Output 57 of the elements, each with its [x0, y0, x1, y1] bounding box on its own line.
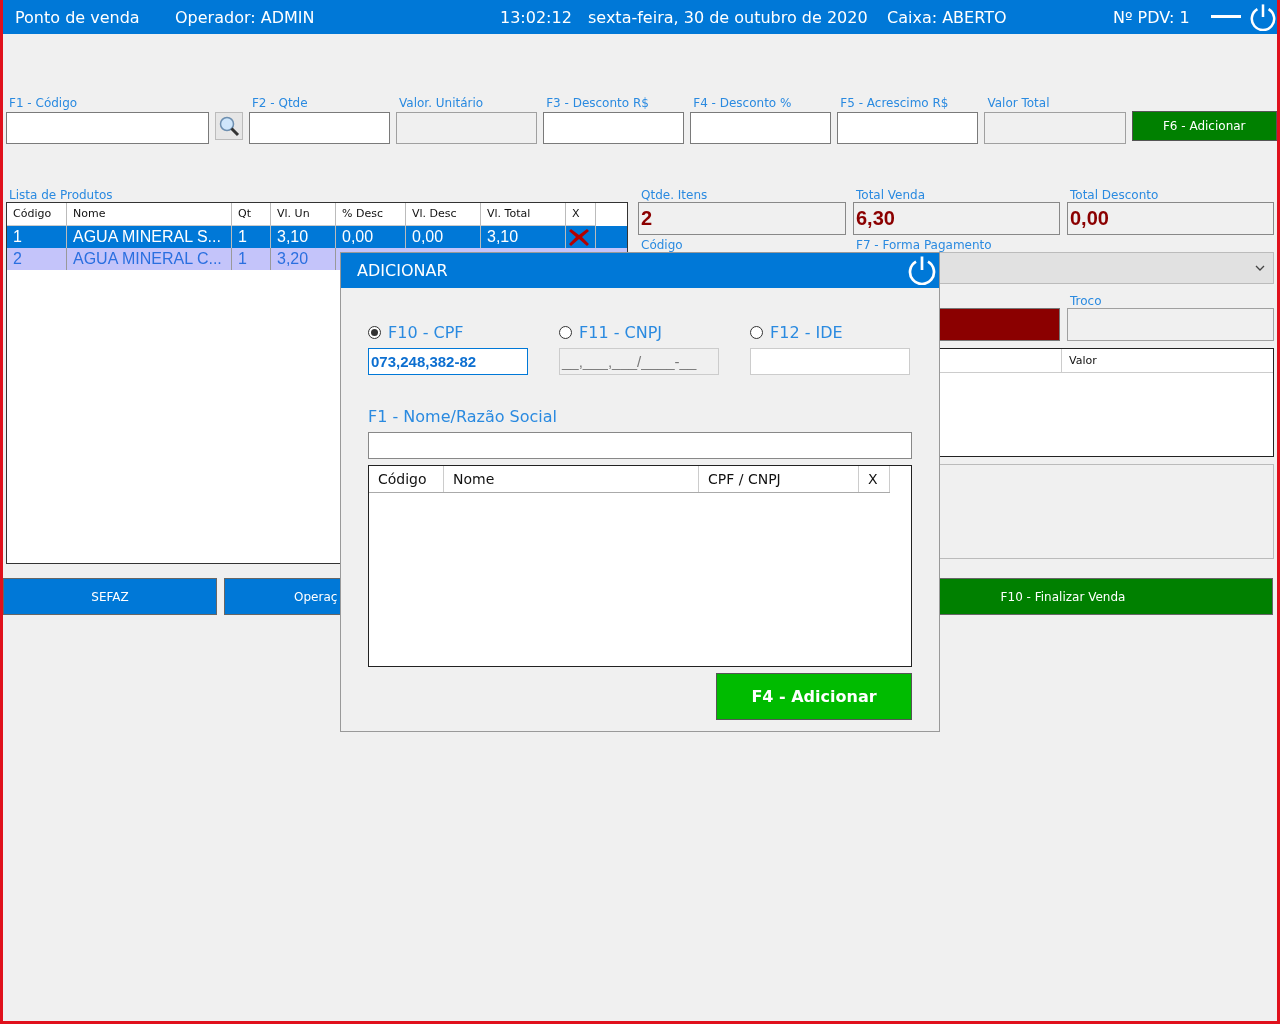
remove-icon[interactable] — [568, 227, 590, 247]
register-status: Caixa: ABERTO — [887, 7, 1008, 27]
pdv-number: Nº PDV: 1 — [1113, 7, 1191, 27]
option-label[interactable]: F12 - IDE — [770, 323, 843, 342]
field-label: Total Desconto — [1069, 188, 1160, 202]
input-field: __,___,___/____-__ — [559, 348, 719, 375]
minimize-icon[interactable] — [1211, 14, 1241, 20]
column-header: X — [859, 466, 890, 492]
total-value: 6,30 — [853, 202, 1060, 235]
option-label[interactable]: F10 - CPF — [388, 323, 464, 342]
power-icon[interactable] — [1249, 3, 1277, 31]
field-label: Troco — [1069, 294, 1103, 308]
field-label: F1 - Código — [8, 96, 79, 110]
input-field[interactable] — [837, 112, 979, 144]
search-icon — [217, 115, 240, 137]
date-label: sexta-feira, 30 de outubro de 2020 — [588, 7, 869, 27]
radio-button[interactable] — [368, 326, 381, 339]
field-label: F1 - Nome/Razão Social — [368, 407, 558, 426]
chevron-down-icon — [1255, 265, 1265, 271]
input-field[interactable]: 073,248,382-82 — [368, 348, 528, 375]
name-input-field[interactable] — [368, 432, 912, 459]
field-label: F4 - Desconto % — [692, 96, 793, 110]
column-header: Valor — [1068, 353, 1097, 369]
app-title: Ponto de venda — [15, 7, 141, 27]
table-cell: 1 — [232, 248, 271, 270]
table-cell: 3,20 — [271, 248, 336, 270]
table-row[interactable]: 1 AGUA MINERAL S... 1 3,10 0,00 0,00 3,10 — [7, 226, 627, 248]
field-label: F7 - Forma Pagamento — [855, 238, 993, 252]
operator-label: Operador: ADMIN — [175, 7, 316, 27]
action-button[interactable]: SEFAZ — [3, 578, 217, 615]
input-field[interactable] — [6, 112, 209, 144]
field-label: Valor. Unitário — [398, 96, 485, 110]
clock-time: 13:02:12 — [500, 7, 573, 27]
input-field[interactable] — [690, 112, 832, 144]
field-label: F5 - Acrescimo R$ — [839, 96, 950, 110]
column-header: Nome — [444, 466, 699, 492]
field-label: Total Venda — [855, 188, 927, 202]
input-field[interactable] — [248, 112, 391, 144]
search-button[interactable] — [214, 112, 243, 140]
field-label: F3 - Desconto R$ — [545, 96, 650, 110]
column-header: Código — [369, 466, 444, 492]
radio-button[interactable] — [750, 326, 763, 339]
column-header: CPF / CNPJ — [699, 466, 859, 492]
add-button[interactable]: F6 - Adicionar — [1131, 111, 1277, 141]
power-icon[interactable] — [907, 254, 937, 285]
input-field[interactable] — [543, 112, 685, 144]
total-value: 0,00 — [1067, 202, 1274, 235]
add-button[interactable]: F4 - Adicionar — [716, 673, 912, 720]
table-cell: 2 — [7, 248, 67, 270]
field-label: Código — [640, 238, 684, 252]
table-cell: AGUA MINERAL C... — [67, 248, 232, 270]
field-label: Valor Total — [986, 96, 1051, 110]
input-field[interactable] — [750, 348, 910, 375]
field-label: Qtde. Itens — [640, 188, 709, 202]
section-label: Lista de Produtos — [8, 188, 114, 202]
total-value: 2 — [638, 202, 846, 235]
field-label: F2 - Qtde — [250, 96, 309, 110]
